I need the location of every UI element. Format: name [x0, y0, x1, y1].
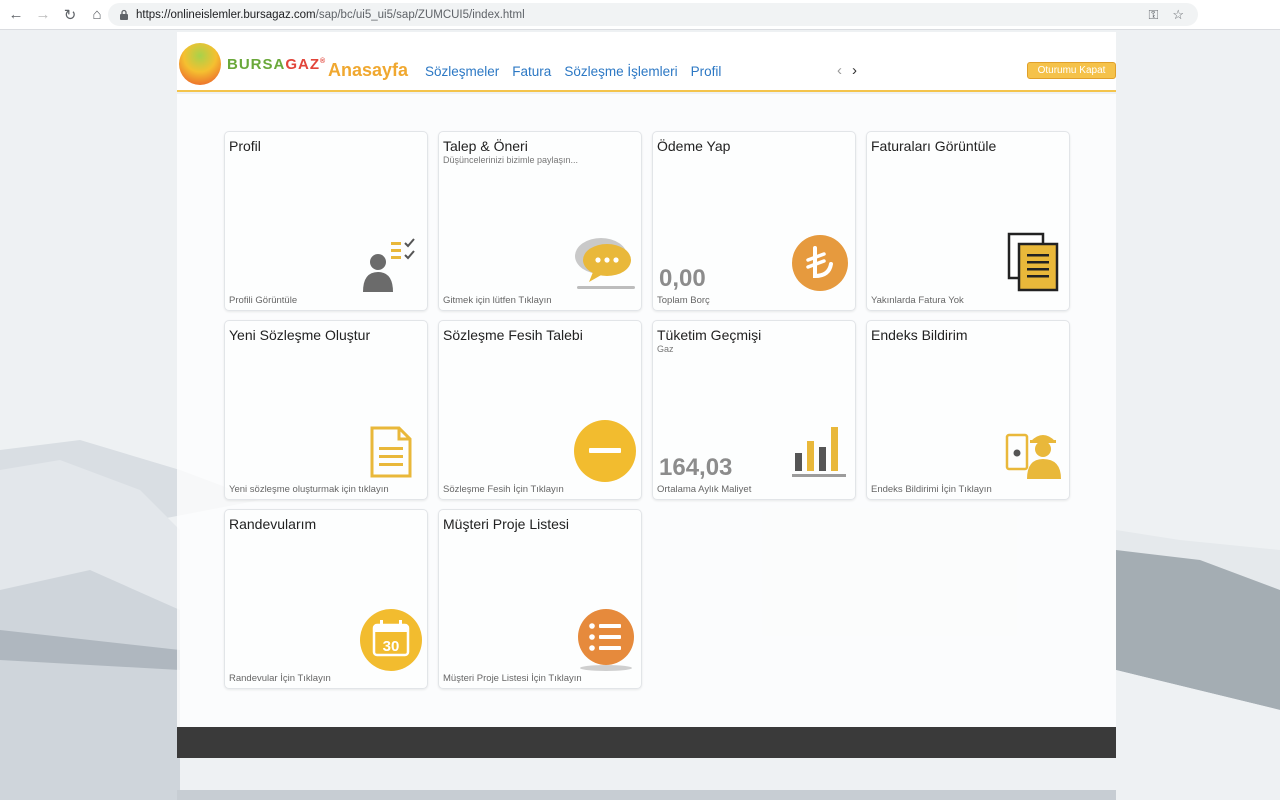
app-shell: BURSAGAZ® Anasayfa Sözleşmeler Fatura Sö…: [177, 32, 1116, 800]
tile-profil[interactable]: Profil Profili Görüntüle: [224, 131, 428, 311]
calendar-icon: 30: [360, 609, 422, 671]
tile-tuketim-gecmisi[interactable]: Tüketim Geçmişi Gaz 164,03 Ortalama Aylı…: [652, 320, 856, 500]
browser-toolbar: ← → ↻ ⌂ https://onlineislemler.bursagaz.…: [0, 0, 1280, 30]
tile-musteri-proje-listesi[interactable]: Müşteri Proje Listesi Müşteri Proje List…: [438, 509, 642, 689]
tile-endeks-bildirim[interactable]: Endeks Bildirim Endeks Bildirimi İçin Tı…: [866, 320, 1070, 500]
tile-title: Talep & Öneri: [443, 138, 528, 154]
top-nav: Sözleşmeler Fatura Sözleşme İşlemleri Pr…: [425, 64, 721, 79]
address-bar[interactable]: https://onlineislemler.bursagaz.com/sap/…: [108, 3, 1198, 26]
home-icon[interactable]: ⌂: [85, 3, 109, 27]
tile-title: Yeni Sözleşme Oluştur: [229, 327, 371, 343]
footer-bar: [177, 727, 1116, 758]
back-icon[interactable]: ←: [4, 3, 28, 27]
tile-title: Tüketim Geçmişi: [657, 327, 762, 343]
bar-chart-icon: [792, 427, 846, 477]
nav-item-sozlesmeler[interactable]: Sözleşmeler: [425, 64, 499, 79]
tile-footer: Ortalama Aylık Maliyet: [657, 484, 752, 495]
tile-footer: Toplam Borç: [657, 295, 710, 306]
svg-text:30: 30: [383, 638, 400, 655]
key-icon[interactable]: ⚿: [1148, 7, 1158, 23]
tile-yeni-sozlesme[interactable]: Yeni Sözleşme Oluştur Yeni sözleşme oluş…: [224, 320, 428, 500]
tile-footer: Profili Görüntüle: [229, 295, 298, 306]
chevron-left-icon[interactable]: ‹: [837, 62, 842, 79]
tile-container: Profil Profili Görüntüle Talep & Öneri D…: [177, 94, 1116, 727]
tile-footer: Yakınlarda Fatura Yok: [871, 295, 964, 306]
nav-item-fatura[interactable]: Fatura: [512, 64, 551, 79]
tile-footer: Yeni sözleşme oluşturmak için tıklayın: [229, 484, 389, 495]
tile-subtitle: Düşüncelerinizi bizimle paylaşın...: [443, 155, 579, 165]
reload-icon[interactable]: ↻: [58, 3, 82, 27]
profile-check-icon: [363, 238, 415, 292]
tile-footer: Randevular İçin Tıklayın: [229, 673, 331, 684]
lira-icon: [792, 235, 848, 291]
list-icon: [578, 609, 634, 671]
tile-randevularim[interactable]: Randevularım 30 Randevular İçin Tıklayın: [224, 509, 428, 689]
invoice-icon: [1007, 232, 1059, 292]
tile-title: Faturaları Görüntüle: [871, 138, 997, 154]
tile-title: Endeks Bildirim: [871, 327, 968, 343]
tile-odeme-yap[interactable]: Ödeme Yap 0,00 Toplam Borç: [652, 131, 856, 311]
minus-circle-icon: [574, 420, 636, 482]
forward-icon[interactable]: →: [31, 3, 55, 27]
tile-talep-oneri[interactable]: Talep & Öneri Düşüncelerinizi bizimle pa…: [438, 131, 642, 311]
tile-footer: Sözleşme Fesih İçin Tıklayın: [443, 484, 564, 495]
tile-subtitle: Gaz: [657, 344, 674, 354]
document-icon: [370, 426, 412, 478]
nav-scroll: ‹ ›: [837, 62, 857, 79]
url-host: https://onlineislemler.bursagaz.com: [136, 8, 316, 21]
chat-bubbles-icon: [575, 238, 635, 289]
app-header: BURSAGAZ® Anasayfa Sözleşmeler Fatura Sö…: [177, 32, 1116, 92]
tile-number: 0,00: [659, 265, 706, 292]
star-icon[interactable]: ☆: [1172, 7, 1184, 23]
logo-wordmark: BURSAGAZ®: [227, 56, 327, 73]
tile-title: Randevularım: [229, 516, 317, 532]
url-path: /sap/bc/ui5_ui5/sap/ZUMCUI5/index.html: [315, 8, 525, 21]
tile-number: 164,03: [659, 454, 733, 481]
nav-item-profil[interactable]: Profil: [691, 64, 722, 79]
tile-sozlesme-fesih[interactable]: Sözleşme Fesih Talebi Sözleşme Fesih İçi…: [438, 320, 642, 500]
logout-button[interactable]: Oturumu Kapat: [1027, 62, 1116, 79]
tile-footer: Müşteri Proje Listesi İçin Tıklayın: [443, 673, 582, 684]
worker-icon: [1005, 433, 1061, 479]
chevron-right-icon[interactable]: ›: [852, 62, 857, 79]
nav-item-sozlesme-islemleri[interactable]: Sözleşme İşlemleri: [564, 64, 677, 79]
tile-faturalari-goruntule[interactable]: Faturaları Görüntüle Yakınlarda Fatura Y…: [866, 131, 1070, 311]
lock-icon: [120, 9, 128, 20]
tile-title: Profil: [229, 138, 261, 154]
tile-title: Ödeme Yap: [657, 138, 731, 154]
tile-title: Müşteri Proje Listesi: [443, 516, 570, 532]
bursagaz-logo-icon[interactable]: [179, 43, 221, 85]
tile-footer: Endeks Bildirimi İçin Tıklayın: [871, 484, 992, 495]
tile-title: Sözleşme Fesih Talebi: [443, 327, 583, 343]
page-title[interactable]: Anasayfa: [328, 60, 408, 81]
tile-footer: Gitmek için lütfen Tıklayın: [443, 295, 552, 306]
